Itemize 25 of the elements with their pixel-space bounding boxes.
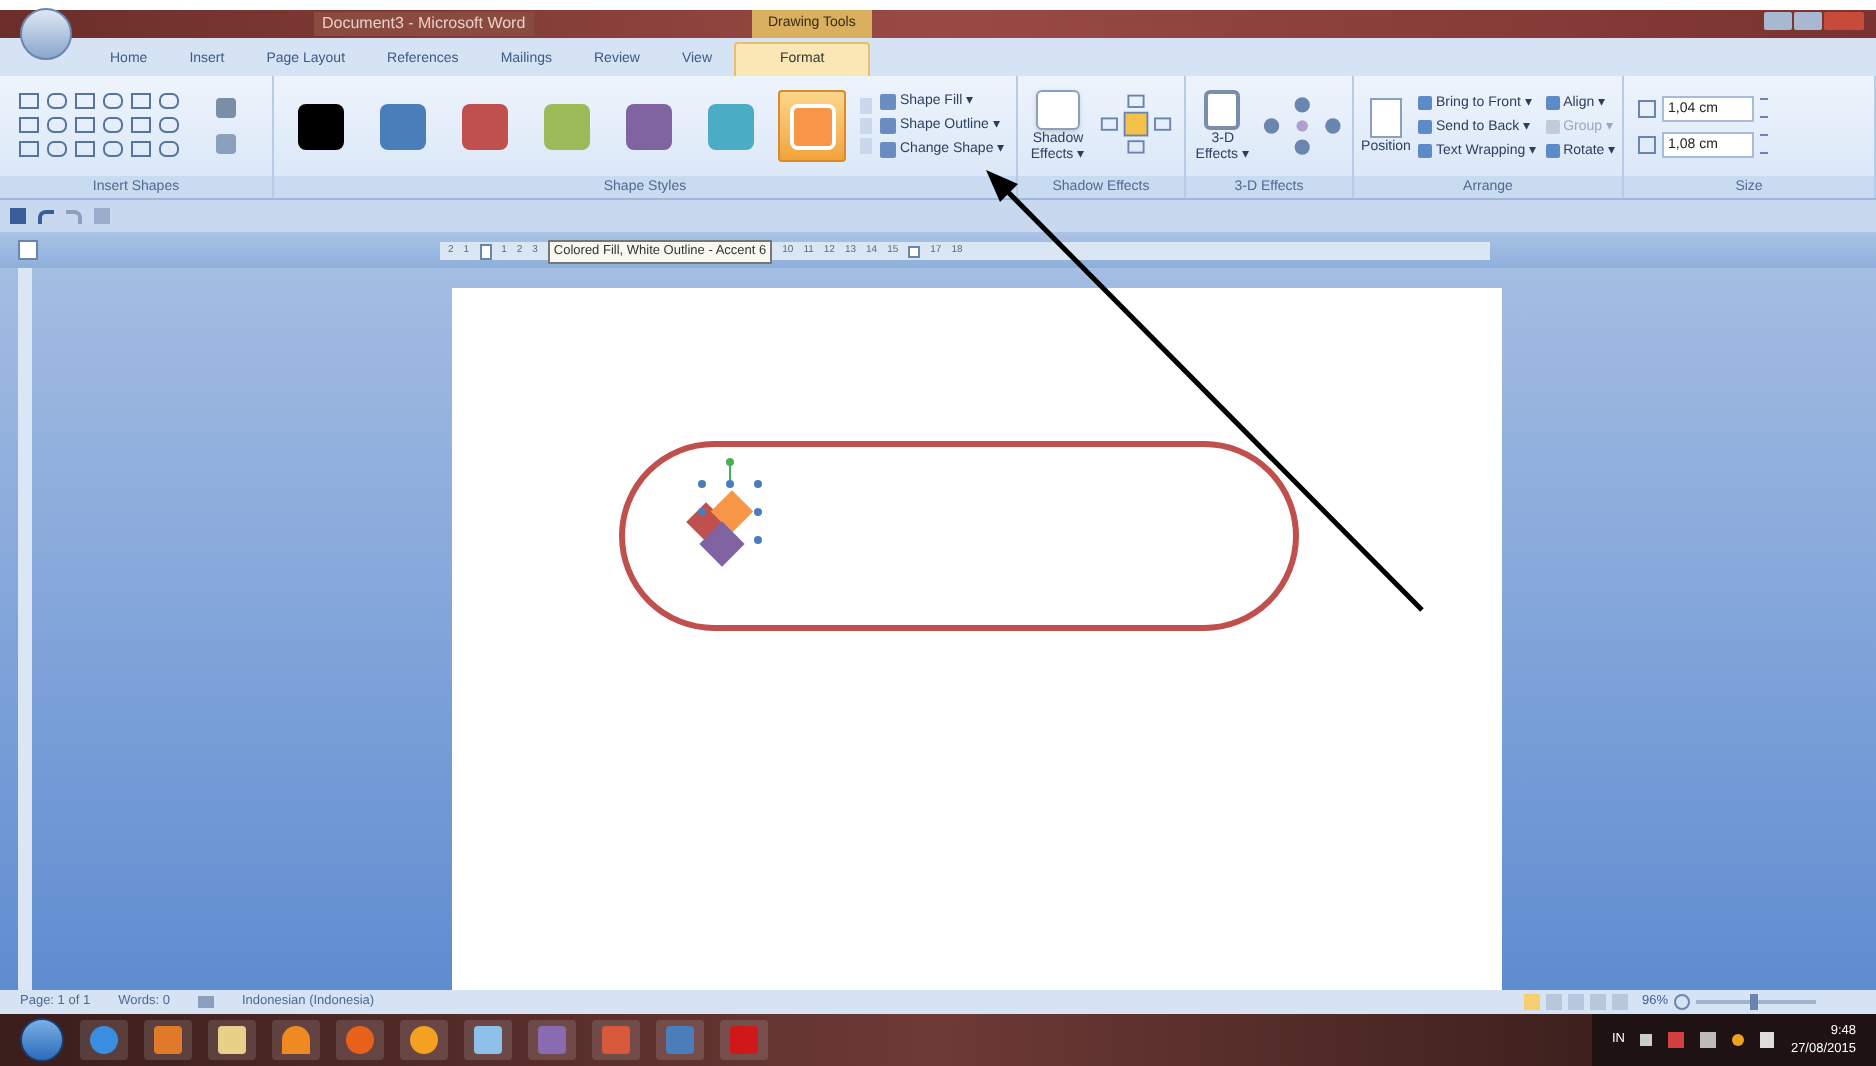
zoom-slider-thumb[interactable] bbox=[1749, 994, 1758, 1010]
media-player-icon[interactable] bbox=[144, 1020, 192, 1060]
power-icon[interactable] bbox=[1732, 1034, 1745, 1046]
start-button[interactable] bbox=[20, 1018, 64, 1062]
indent-marker-icon[interactable] bbox=[479, 243, 492, 259]
ruler-toggle-icon[interactable] bbox=[18, 240, 38, 260]
notes-icon[interactable] bbox=[464, 1020, 512, 1060]
style-swatch[interactable] bbox=[778, 90, 846, 162]
tilt-controls-icon[interactable] bbox=[1259, 92, 1344, 160]
indent-marker-icon[interactable] bbox=[908, 245, 921, 257]
redo-icon[interactable] bbox=[66, 209, 82, 223]
chat-icon[interactable] bbox=[400, 1020, 448, 1060]
presentation-icon[interactable] bbox=[592, 1020, 640, 1060]
folder-icon[interactable] bbox=[208, 1020, 256, 1060]
archive-icon[interactable] bbox=[528, 1020, 576, 1060]
browser-icon[interactable] bbox=[80, 1020, 128, 1060]
browser-icon[interactable] bbox=[336, 1020, 384, 1060]
shadow-nudge-icon[interactable] bbox=[1098, 92, 1174, 160]
traffic-cone-icon[interactable] bbox=[272, 1020, 320, 1060]
width-icon bbox=[1638, 135, 1656, 153]
window-title: Document3 - Microsoft Word bbox=[314, 12, 534, 36]
document-icon[interactable] bbox=[656, 1020, 704, 1060]
zoom-out-icon[interactable] bbox=[1674, 994, 1691, 1010]
height-icon bbox=[1638, 99, 1656, 117]
undo-icon[interactable] bbox=[38, 209, 54, 223]
